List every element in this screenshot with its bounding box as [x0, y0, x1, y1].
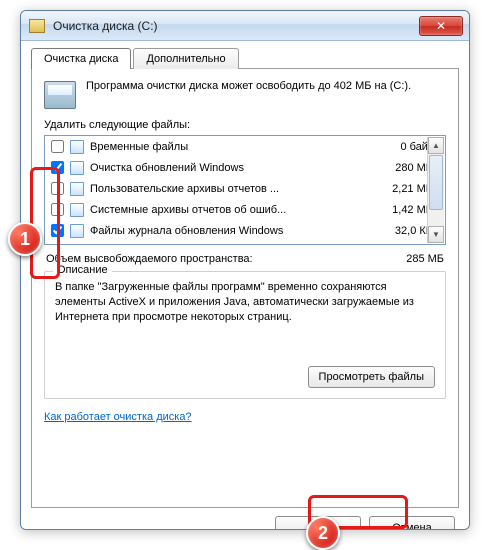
- file-name: Пользовательские архивы отчетов ...: [90, 183, 392, 195]
- file-icon: [70, 140, 84, 154]
- list-item[interactable]: Очистка обновлений Windows 280 МБ: [45, 157, 445, 178]
- close-button[interactable]: ✕: [419, 16, 463, 36]
- file-name: Файлы журнала обновления Windows: [90, 225, 395, 237]
- file-icon: [70, 224, 84, 238]
- view-files-button[interactable]: Просмотреть файлы: [308, 366, 435, 388]
- tab-more-options[interactable]: Дополнительно: [133, 48, 238, 69]
- description-text: В папке "Загруженные файлы программ" вре…: [55, 280, 435, 325]
- file-checkbox[interactable]: [51, 161, 64, 174]
- titlebar[interactable]: Очистка диска (C:) ✕: [21, 11, 469, 41]
- disk-cleanup-icon: [44, 81, 76, 109]
- file-checkbox[interactable]: [51, 140, 64, 153]
- file-checkbox[interactable]: [51, 203, 64, 216]
- scroll-down-button[interactable]: ▼: [428, 226, 444, 243]
- close-icon: ✕: [436, 19, 446, 33]
- dialog-window: Очистка диска (C:) ✕ Очистка диска Допол…: [20, 10, 470, 530]
- file-name: Временные файлы: [90, 141, 400, 153]
- drive-icon: [29, 19, 45, 33]
- tab-cleanup[interactable]: Очистка диска: [31, 48, 131, 69]
- file-checkbox[interactable]: [51, 224, 64, 237]
- file-name: Системные архивы отчетов об ошиб...: [90, 204, 392, 216]
- tab-panel: Программа очистки диска может освободить…: [31, 68, 459, 508]
- info-text: Программа очистки диска может освободить…: [86, 79, 446, 109]
- scroll-up-button[interactable]: ▲: [428, 137, 444, 154]
- cancel-button[interactable]: Отмена: [369, 516, 455, 530]
- delete-files-label: Удалить следующие файлы:: [44, 119, 446, 131]
- annotation-badge: 1: [8, 222, 42, 256]
- client-area: Очистка диска Дополнительно Программа оч…: [21, 41, 469, 529]
- tab-strip: Очистка диска Дополнительно: [31, 47, 459, 68]
- annotation-badge: 2: [306, 516, 340, 550]
- list-item[interactable]: Пользовательские архивы отчетов ... 2,21…: [45, 178, 445, 199]
- list-item[interactable]: Файлы журнала обновления Windows 32,0 КБ: [45, 220, 445, 241]
- scroll-thumb[interactable]: [429, 155, 443, 210]
- file-icon: [70, 203, 84, 217]
- group-legend: Описание: [53, 264, 112, 276]
- file-checkbox[interactable]: [51, 182, 64, 195]
- list-item[interactable]: Системные архивы отчетов об ошиб... 1,42…: [45, 199, 445, 220]
- file-icon: [70, 182, 84, 196]
- description-group: Описание В папке "Загруженные файлы прог…: [44, 271, 446, 399]
- list-item[interactable]: Временные файлы 0 байт: [45, 136, 445, 157]
- dialog-buttons: ОК Отмена: [31, 508, 459, 530]
- scrollbar[interactable]: ▲ ▼: [427, 137, 444, 243]
- window-title: Очистка диска (C:): [53, 19, 419, 33]
- file-icon: [70, 161, 84, 175]
- file-name: Очистка обновлений Windows: [90, 162, 395, 174]
- file-list[interactable]: Временные файлы 0 байт Очистка обновлени…: [44, 135, 446, 245]
- help-link[interactable]: Как работает очистка диска?: [44, 411, 192, 423]
- info-row: Программа очистки диска может освободить…: [44, 79, 446, 109]
- total-value: 285 МБ: [406, 253, 444, 265]
